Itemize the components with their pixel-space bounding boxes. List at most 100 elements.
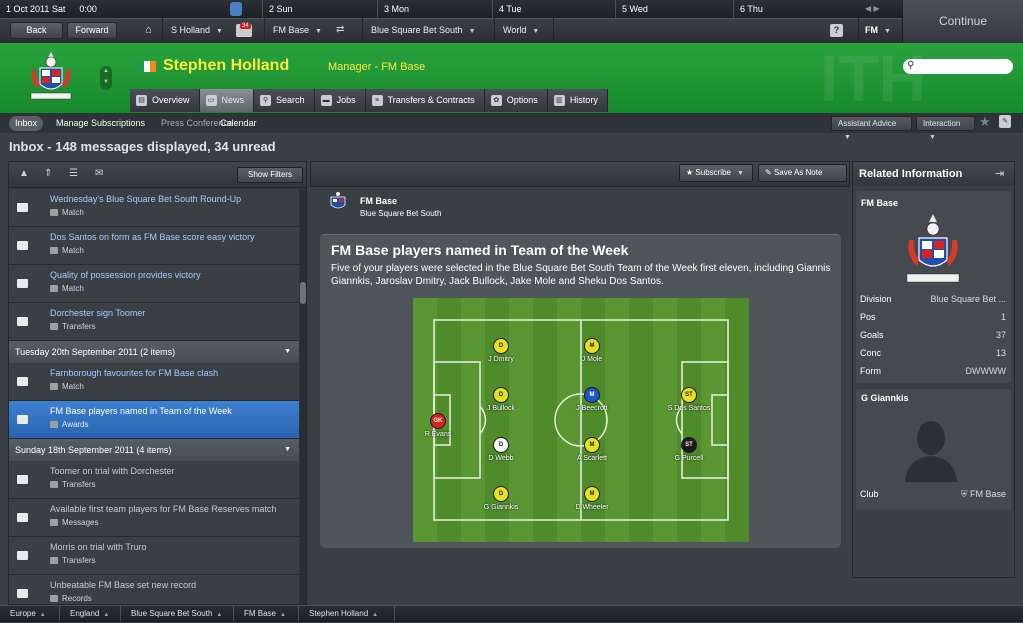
- tab-options[interactable]: ✿ Options: [484, 89, 548, 112]
- star-icon: ★: [686, 168, 696, 177]
- gear-icon: ✿: [490, 95, 502, 106]
- message-category: Match: [50, 208, 84, 217]
- player-marker[interactable]: D J Bullock: [471, 387, 531, 412]
- info-value: 13: [995, 348, 1006, 358]
- back-button[interactable]: Back: [10, 22, 63, 39]
- shield-icon[interactable]: [230, 2, 242, 16]
- player-marker[interactable]: D G Giannkis: [471, 486, 531, 511]
- list-item-selected[interactable]: FM Base players named in Team of the Wee…: [9, 401, 299, 439]
- subnav-calendar[interactable]: Calendar: [214, 116, 263, 131]
- breadcrumb-item[interactable]: FM Base ▲: [234, 606, 299, 621]
- message-category: Messages: [50, 518, 98, 527]
- home-icon[interactable]: ⌂: [145, 24, 152, 36]
- message-icon: [17, 279, 28, 288]
- player-name: D Wheeler: [575, 504, 609, 511]
- list-item[interactable]: Unbeatable FM Base set new record Records: [9, 575, 299, 604]
- list-item[interactable]: Farnborough favourites for FM Base clash…: [9, 363, 299, 401]
- list-item[interactable]: Dorchester sign Toomer Transfers: [9, 303, 299, 341]
- collapse-icon[interactable]: ▲: [19, 168, 29, 179]
- player-marker[interactable]: GK R Evans: [408, 413, 468, 438]
- category-label: Awards: [62, 420, 89, 429]
- tab-news[interactable]: ▭ News: [199, 89, 255, 112]
- tab-overview[interactable]: ▤ Overview: [130, 89, 200, 112]
- date-group-header[interactable]: Tuesday 20th September 2011 (2 items) ▼: [9, 341, 299, 363]
- subscribe-label: Subscribe: [695, 168, 731, 177]
- manager-stepper[interactable]: ▲ ▼: [100, 66, 112, 90]
- player-marker[interactable]: M J Mole: [562, 338, 622, 363]
- world-menu-label: World: [503, 25, 527, 35]
- calendar-scroll-arrows[interactable]: ◀ ▶: [853, 0, 903, 18]
- double-up-icon[interactable]: ⇑: [44, 168, 52, 179]
- player-name: D Webb: [488, 455, 514, 462]
- tab-jobs[interactable]: ▬ Jobs: [314, 89, 366, 112]
- subnav-manage-subscriptions[interactable]: Manage Subscriptions: [50, 116, 151, 131]
- list-item[interactable]: Morris on trial with Truro Transfers: [9, 537, 299, 575]
- player-marker[interactable]: ST S Dos Santos: [659, 387, 719, 412]
- list-item[interactable]: Dos Santos on form as FM Base score easy…: [9, 227, 299, 265]
- player-marker[interactable]: ST G Purcell: [659, 437, 719, 462]
- player-name: S Dos Santos: [667, 405, 711, 412]
- tab-history[interactable]: ▥ History: [547, 89, 608, 112]
- club-info-name[interactable]: FM Base: [861, 198, 898, 208]
- close-panel-icon[interactable]: ⇥: [995, 167, 1004, 180]
- star-icon[interactable]: ★: [979, 114, 991, 130]
- header-watermark: ITH: [820, 43, 927, 113]
- manager-menu-label: S Holland: [171, 25, 211, 35]
- scrollbar-thumb[interactable]: [300, 282, 306, 304]
- list-item[interactable]: Wednesday's Blue Square Bet South Round-…: [9, 189, 299, 227]
- list-item[interactable]: Toomer on trial with Dorchester Transfers: [9, 461, 299, 499]
- forward-button[interactable]: Forward: [67, 22, 117, 39]
- message-list-panel: ▲ ⇑ ☰ ✉ Show Filters Wednesday's Blue Sq…: [8, 161, 307, 605]
- world-menu[interactable]: World ▼: [494, 18, 554, 43]
- player-marker[interactable]: D J Dmitry: [471, 338, 531, 363]
- player-marker[interactable]: M A Scarlett: [562, 437, 622, 462]
- message-title: Unbeatable FM Base set new record: [50, 580, 197, 590]
- calendar-day[interactable]: 2 Sun: [262, 0, 377, 18]
- fm-menu[interactable]: FM ▼: [858, 18, 902, 43]
- breadcrumb-item[interactable]: Blue Square Bet South ▲: [121, 606, 234, 621]
- manager-menu[interactable]: S Holland ▼: [162, 18, 230, 43]
- search-input[interactable]: ⚲: [903, 59, 1013, 74]
- continue-button[interactable]: Continue: [902, 0, 1023, 43]
- list-item[interactable]: Quality of possession provides victory Ma…: [9, 265, 299, 303]
- date-group-header[interactable]: Sunday 18th September 2011 (4 items) ▼: [9, 439, 299, 461]
- assistant-advice-dropdown[interactable]: Assistant Advice ▼: [831, 116, 912, 141]
- message-icon: [17, 551, 28, 560]
- calendar-day[interactable]: 4 Tue: [492, 0, 615, 18]
- calendar-day[interactable]: 6 Thu: [733, 0, 853, 18]
- info-row-form: Form DWWWW: [860, 366, 1006, 382]
- show-filters-button[interactable]: Show Filters: [237, 167, 303, 183]
- player-marker[interactable]: M D Wheeler: [562, 486, 622, 511]
- info-key: Conc: [860, 348, 882, 358]
- breadcrumb-label: Stephen Holland: [309, 609, 369, 618]
- help-icon[interactable]: ?: [830, 24, 843, 37]
- player-info-name[interactable]: G Giannkis: [861, 393, 909, 403]
- subscribe-dropdown[interactable]: ★ Subscribe ▼: [679, 164, 753, 182]
- group-label: Tuesday 20th September 2011 (2 items): [15, 347, 176, 357]
- list-icon[interactable]: ☰: [69, 168, 78, 179]
- list-item[interactable]: Available first team players for FM Base…: [9, 499, 299, 537]
- message-icon: [17, 317, 28, 326]
- club-menu[interactable]: FM Base ▼: [264, 18, 332, 43]
- calendar-day[interactable]: 3 Mon: [377, 0, 492, 18]
- mail-icon[interactable]: ✉: [95, 168, 103, 179]
- breadcrumb-item[interactable]: Stephen Holland ▲: [299, 606, 395, 621]
- subnav-inbox[interactable]: Inbox: [9, 116, 44, 131]
- save-as-note-button[interactable]: ✎ Save As Note: [758, 164, 847, 182]
- league-menu[interactable]: Blue Square Bet South ▼: [362, 18, 490, 43]
- interaction-dropdown[interactable]: Interaction ▼: [916, 116, 975, 141]
- breadcrumb-item[interactable]: Europe ▲: [0, 606, 60, 621]
- note-icon[interactable]: ✎: [999, 115, 1011, 128]
- tab-search[interactable]: ⚲ Search: [254, 89, 315, 112]
- swap-icon[interactable]: ⇄: [336, 24, 344, 35]
- info-key: Division: [860, 294, 892, 304]
- player-marker[interactable]: D D Webb: [471, 437, 531, 462]
- newspaper-icon: ▭: [205, 95, 217, 106]
- player-marker[interactable]: M J Beecroft: [562, 387, 622, 412]
- calendar-day[interactable]: 5 Wed: [615, 0, 733, 18]
- scrollbar-track[interactable]: [300, 189, 306, 604]
- info-value[interactable]: ⛨ FM Base: [961, 489, 1006, 505]
- tab-transfers-contracts[interactable]: ≡ Transfers & Contracts: [365, 89, 485, 112]
- breadcrumb-item[interactable]: England ▲: [60, 606, 121, 621]
- info-key: Pos: [860, 312, 876, 322]
